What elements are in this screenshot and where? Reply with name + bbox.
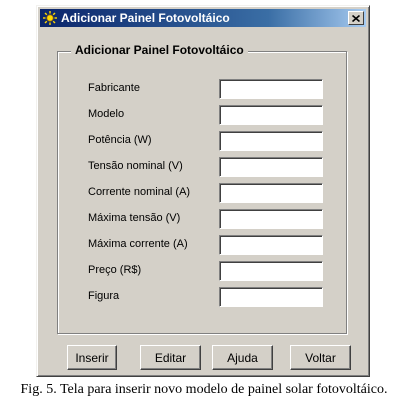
figura-field[interactable] [219, 287, 323, 307]
voltar-button[interactable]: Voltar [290, 345, 351, 370]
window-title: Adicionar Painel Fotovoltáico [61, 11, 230, 25]
add-panel-groupbox: Adicionar Painel Fotovoltáico Fabricante… [57, 43, 347, 334]
field-row-maxima-tensao: Máxima tensão (V) [58, 209, 346, 229]
fabricante-label: Fabricante [88, 82, 140, 94]
field-row-modelo: Modelo [58, 105, 346, 125]
fabricante-field[interactable] [219, 79, 323, 99]
preco-field[interactable] [219, 261, 323, 281]
maxima-tensao-field[interactable] [219, 209, 323, 229]
modelo-label: Modelo [88, 108, 125, 120]
preco-label: Preço (R$) [88, 264, 142, 276]
field-row-corrente-nominal: Corrente nominal (A) [58, 183, 346, 203]
maxima-tensao-label: Máxima tensão (V) [88, 212, 181, 224]
editar-button[interactable]: Editar [140, 345, 201, 370]
close-button[interactable] [348, 11, 364, 25]
solar-panel-icon [42, 10, 58, 26]
group-title: Adicionar Painel Fotovoltáico [71, 43, 248, 57]
field-row-figura: Figura [58, 287, 346, 307]
inserir-button[interactable]: Inserir [67, 345, 117, 370]
potencia-field[interactable] [219, 131, 323, 151]
corrente-nominal-field[interactable] [219, 183, 323, 203]
field-row-tensao-nominal: Tensão nominal (V) [58, 157, 346, 177]
maxima-corrente-field[interactable] [219, 235, 323, 255]
field-row-fabricante: Fabricante [58, 79, 346, 99]
field-row-potencia: Potência (W) [58, 131, 346, 151]
field-row-preco: Preço (R$) [58, 261, 346, 281]
tensao-nominal-field[interactable] [219, 157, 323, 177]
tensao-nominal-label: Tensão nominal (V) [88, 160, 183, 172]
close-icon [351, 9, 361, 27]
title-bar[interactable]: Adicionar Painel Fotovoltáico [40, 9, 366, 27]
figure-caption: Fig. 5. Tela para inserir novo modelo de… [20, 382, 388, 397]
corrente-nominal-label: Corrente nominal (A) [88, 186, 191, 198]
maxima-corrente-label: Máxima corrente (A) [88, 238, 188, 250]
potencia-label: Potência (W) [88, 134, 152, 146]
dialog-window: Adicionar Painel Fotovoltáico Adicionar … [36, 5, 370, 377]
modelo-field[interactable] [219, 105, 323, 125]
field-row-maxima-corrente: Máxima corrente (A) [58, 235, 346, 255]
ajuda-button[interactable]: Ajuda [212, 345, 273, 370]
figura-label: Figura [88, 290, 120, 302]
